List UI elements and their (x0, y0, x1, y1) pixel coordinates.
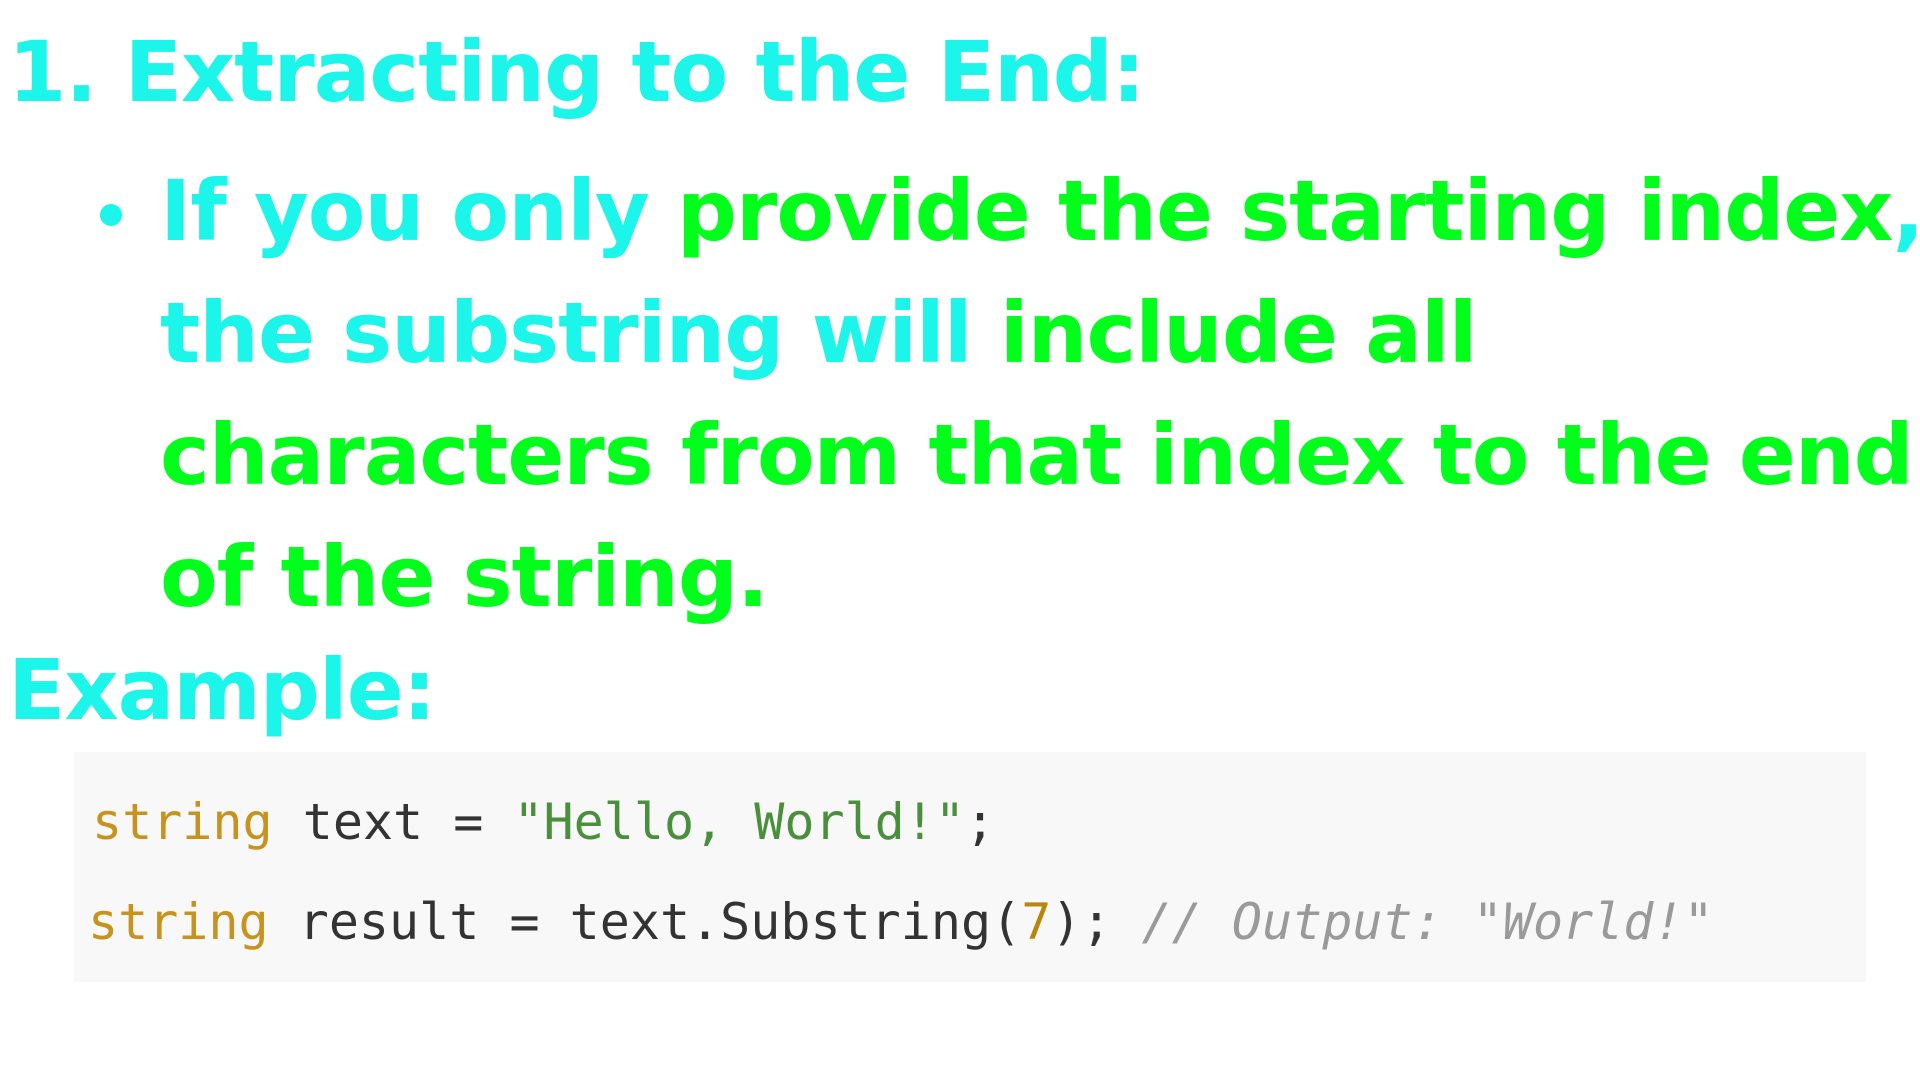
example-heading: Example: (8, 640, 436, 740)
code-keyword: string (88, 893, 269, 951)
code-plain-end: ; (965, 793, 996, 851)
code-line-2: string result = text.Substring(7); // Ou… (88, 892, 1714, 952)
code-number-literal: 7 (1021, 893, 1052, 951)
code-comment: // Output: "World!" (1141, 893, 1714, 951)
section-heading-text: 1. Extracting to the End: (8, 23, 1146, 121)
bullet-text: If you only provide the starting index, … (160, 150, 1920, 638)
bullet-text-part-1: If you only (160, 162, 677, 260)
code-keyword: string (92, 793, 273, 851)
code-plain: result = text.Substring( (268, 893, 1022, 951)
code-block: string text = "Hello, World!"; string re… (74, 752, 1866, 982)
code-plain-end: ); (1051, 893, 1142, 951)
example-heading-text: Example: (8, 641, 436, 739)
code-string-literal: "Hello, World!" (513, 793, 965, 851)
section-heading: 1. Extracting to the End: (8, 22, 1146, 122)
bullet-dot-icon (100, 204, 122, 226)
code-plain: text = (272, 793, 514, 851)
bullet-text-part-2: provide the starting index (676, 162, 1894, 260)
code-line-1: string text = "Hello, World!"; (92, 792, 995, 852)
